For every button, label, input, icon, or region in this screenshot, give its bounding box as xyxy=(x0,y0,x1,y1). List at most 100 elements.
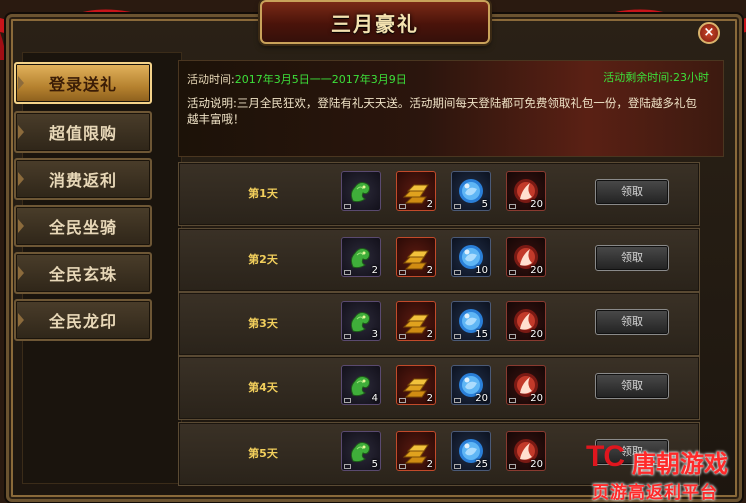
bound-lock-icon xyxy=(399,270,406,275)
sidebar-item-label: 全民龙印 xyxy=(48,312,117,331)
item-quantity: 5 xyxy=(481,199,488,210)
day-label: 第5天 xyxy=(248,447,278,460)
item-quantity: 2 xyxy=(371,265,378,276)
bound-lock-icon xyxy=(344,464,351,469)
gold-bars-icon[interactable]: 2 xyxy=(396,171,436,211)
claim-button[interactable]: 领取 xyxy=(595,309,669,335)
close-button[interactable]: × xyxy=(698,22,720,44)
blue-orb-icon[interactable]: 5 xyxy=(451,171,491,211)
item-quantity: 10 xyxy=(475,265,488,276)
bound-lock-icon xyxy=(344,204,351,209)
bound-lock-icon xyxy=(399,464,406,469)
item-quantity: 3 xyxy=(371,329,378,340)
sidebar-item-label: 全民玄珠 xyxy=(48,265,117,284)
item-quantity: 20 xyxy=(530,329,543,340)
bound-lock-icon xyxy=(454,398,461,403)
watermark-slogan: 页游高返利平台 xyxy=(592,483,718,503)
gold-bars-icon[interactable]: 2 xyxy=(396,237,436,277)
tab-notch-icon xyxy=(18,266,24,280)
day-label: 第2天 xyxy=(248,253,278,266)
watermark: TC 唐朝游戏 页游高返利平台 xyxy=(586,440,746,503)
item-quantity: 2 xyxy=(426,199,433,210)
gold-bars-icon[interactable]: 2 xyxy=(396,301,436,341)
bound-lock-icon xyxy=(399,204,406,209)
remaining-time-value: 23小时 xyxy=(673,71,709,84)
blue-orb-icon[interactable]: 25 xyxy=(451,431,491,471)
bound-lock-icon xyxy=(509,464,516,469)
day-row: 第3天 3 2 15 20 领取 xyxy=(178,292,700,356)
bound-lock-icon xyxy=(344,398,351,403)
gold-bars-icon[interactable]: 2 xyxy=(396,431,436,471)
watermark-name: 唐朝游戏 xyxy=(632,450,728,478)
day-label: 第3天 xyxy=(248,317,278,330)
event-time-value: 2017年3月5日一一2017年3月9日 xyxy=(234,73,407,86)
sidebar-item-mystic-orb[interactable]: 全民玄珠 xyxy=(14,252,152,294)
item-quantity: 4 xyxy=(371,393,378,404)
window-title: 三月豪礼 xyxy=(331,11,419,36)
jade-dragon-icon[interactable]: 4 xyxy=(341,365,381,405)
tab-notch-icon xyxy=(18,313,24,327)
sidebar-item-spend-rebate[interactable]: 消费返利 xyxy=(14,158,152,200)
item-quantity: 20 xyxy=(530,393,543,404)
event-desc-label: 活动说明: xyxy=(187,96,237,110)
sidebar-item-label: 全民坐骑 xyxy=(48,218,117,237)
day-label: 第1天 xyxy=(248,187,278,200)
bound-lock-icon xyxy=(344,334,351,339)
bound-lock-icon xyxy=(509,398,516,403)
day-row: 第1天 2 5 20 领取 xyxy=(178,162,700,226)
blue-orb-icon[interactable]: 20 xyxy=(451,365,491,405)
claim-button[interactable]: 领取 xyxy=(595,245,669,271)
sidebar-item-login-gift[interactable]: 登录送礼 xyxy=(14,62,152,104)
item-quantity: 5 xyxy=(371,459,378,470)
bound-lock-icon xyxy=(454,464,461,469)
item-quantity: 20 xyxy=(530,265,543,276)
bound-lock-icon xyxy=(399,334,406,339)
item-quantity: 20 xyxy=(475,393,488,404)
blue-orb-icon[interactable]: 10 xyxy=(451,237,491,277)
close-icon: × xyxy=(703,25,715,40)
bound-lock-icon xyxy=(454,270,461,275)
tab-notch-icon xyxy=(18,76,24,90)
claim-button[interactable]: 领取 xyxy=(595,373,669,399)
bound-lock-icon xyxy=(509,334,516,339)
flame-orb-icon[interactable]: 20 xyxy=(506,365,546,405)
watermark-logo: TC xyxy=(586,440,625,473)
jade-dragon-icon[interactable] xyxy=(341,171,381,211)
flame-orb-icon[interactable]: 20 xyxy=(506,431,546,471)
event-time-label: 活动时间: xyxy=(187,73,235,86)
sidebar-item-label: 登录送礼 xyxy=(48,75,117,94)
day-row: 第4天 4 2 20 20 领取 xyxy=(178,356,700,420)
flame-orb-icon[interactable]: 20 xyxy=(506,171,546,211)
window-title-banner: 三月豪礼 xyxy=(260,0,490,44)
blue-orb-icon[interactable]: 15 xyxy=(451,301,491,341)
remaining-time-label: 活动剩余时间: xyxy=(603,71,673,84)
bound-lock-icon xyxy=(399,398,406,403)
event-description: 活动说明:三月全民狂欢，登陆有礼天天送。活动期间每天登陆都可免费领取礼包一份，登… xyxy=(187,95,707,127)
bound-lock-icon xyxy=(454,334,461,339)
day-label: 第4天 xyxy=(248,381,278,394)
bound-lock-icon xyxy=(509,270,516,275)
bound-lock-icon xyxy=(344,270,351,275)
flame-orb-icon[interactable]: 20 xyxy=(506,237,546,277)
sidebar-item-limited-purchase[interactable]: 超值限购 xyxy=(14,111,152,153)
jade-dragon-icon[interactable]: 2 xyxy=(341,237,381,277)
flame-orb-icon[interactable]: 20 xyxy=(506,301,546,341)
sidebar-item-mount[interactable]: 全民坐骑 xyxy=(14,205,152,247)
bound-lock-icon xyxy=(454,204,461,209)
jade-dragon-icon[interactable]: 5 xyxy=(341,431,381,471)
sidebar-item-label: 消费返利 xyxy=(48,171,117,190)
sidebar-item-dragon-seal[interactable]: 全民龙印 xyxy=(14,299,152,341)
event-info-panel: 活动时间:2017年3月5日一一2017年3月9日 活动剩余时间:23小时 活动… xyxy=(178,60,724,157)
item-quantity: 2 xyxy=(426,329,433,340)
claim-button[interactable]: 领取 xyxy=(595,179,669,205)
item-quantity: 20 xyxy=(530,199,543,210)
day-row: 第2天 2 2 10 20 领取 xyxy=(178,228,700,292)
jade-dragon-icon[interactable]: 3 xyxy=(341,301,381,341)
tab-notch-icon xyxy=(18,125,24,139)
sidebar-item-label: 超值限购 xyxy=(48,124,117,143)
bound-lock-icon xyxy=(509,204,516,209)
item-quantity: 2 xyxy=(426,265,433,276)
tab-notch-icon xyxy=(18,172,24,186)
item-quantity: 2 xyxy=(426,393,433,404)
gold-bars-icon[interactable]: 2 xyxy=(396,365,436,405)
